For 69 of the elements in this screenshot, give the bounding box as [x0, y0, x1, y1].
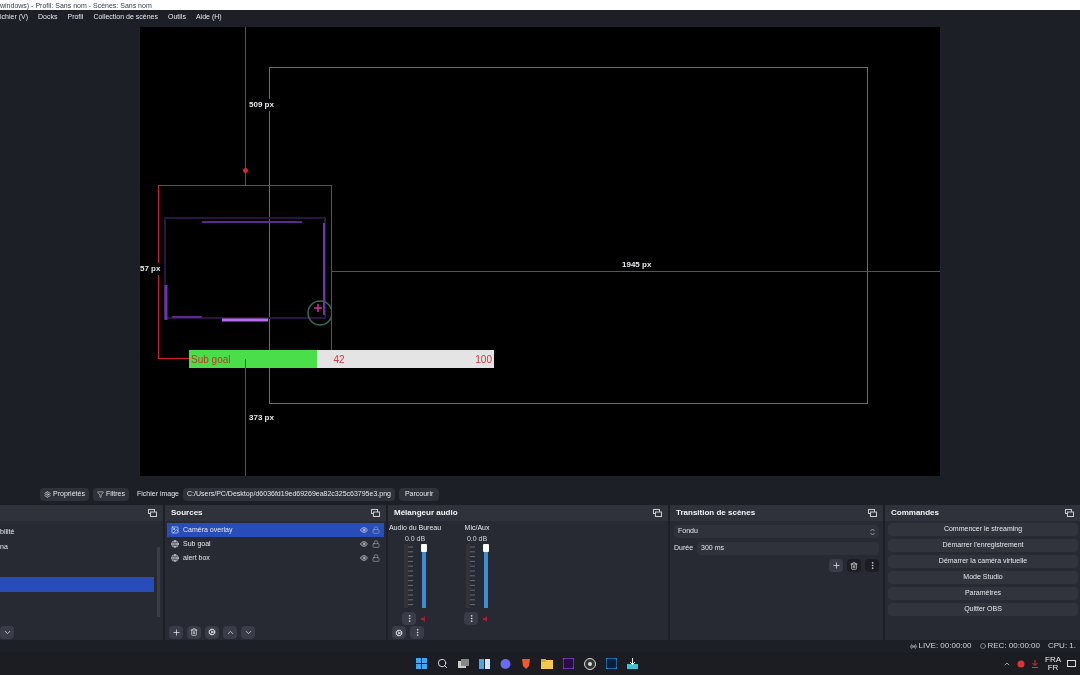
distance-label: 57 px [140, 263, 161, 275]
add-button[interactable] [169, 625, 183, 639]
float-dock-icon[interactable] [653, 509, 662, 517]
more-button[interactable] [402, 612, 416, 625]
trash-icon [850, 561, 858, 570]
search-icon[interactable] [436, 658, 448, 669]
move-down-button[interactable] [0, 625, 14, 639]
spinner-arrows-icon[interactable] [870, 527, 875, 536]
task-view-icon[interactable] [457, 658, 469, 669]
more-button[interactable] [865, 559, 879, 572]
image-icon [171, 526, 179, 534]
installer-icon[interactable] [626, 658, 638, 669]
dock-title: Transition de scènes [676, 507, 756, 519]
visibility-icon[interactable] [360, 554, 368, 562]
dock-title: Mélangeur audio [394, 507, 458, 519]
visibility-icon[interactable] [360, 540, 368, 548]
settings-button[interactable] [205, 625, 219, 639]
trash-icon [190, 628, 198, 636]
language-indicator[interactable]: FRA [1045, 655, 1061, 664]
plus-icon [831, 561, 841, 570]
float-dock-icon[interactable] [868, 509, 877, 517]
live-timer: LIVE: 00:00:00 [918, 640, 972, 652]
distance-label: 509 px [249, 99, 274, 111]
more-button[interactable] [410, 626, 424, 639]
display-icon[interactable] [1067, 659, 1076, 668]
rec-timer: REC: 00:00:00 [987, 640, 1040, 652]
add-button[interactable] [829, 559, 843, 572]
record-icon [979, 643, 986, 649]
folder-icon[interactable] [540, 658, 553, 669]
plus-icon [171, 627, 181, 637]
float-dock-icon[interactable] [148, 509, 157, 517]
globe-icon [171, 540, 179, 548]
distance-label: 1945 px [622, 259, 652, 271]
filter-icon [96, 490, 104, 498]
handle [243, 168, 248, 173]
broadcast-icon [909, 642, 917, 650]
dock-title: Sources [171, 507, 203, 519]
photo-editor-icon[interactable] [605, 658, 617, 669]
slider-thumb[interactable] [483, 544, 489, 552]
video-editor-icon[interactable] [562, 658, 574, 669]
dock-title: Commandes [891, 507, 939, 519]
goal-max: 100 [475, 352, 493, 367]
move-down-button[interactable] [241, 625, 255, 639]
settings-button[interactable] [392, 626, 406, 639]
gear-icon [395, 628, 403, 637]
globe-icon [171, 554, 179, 562]
goal-value: 42 [332, 352, 345, 367]
chat-icon[interactable] [499, 658, 511, 669]
more-button[interactable] [464, 612, 478, 625]
float-dock-icon[interactable] [1065, 509, 1074, 517]
visibility-icon[interactable] [360, 526, 368, 534]
lock-icon[interactable] [372, 554, 380, 562]
download-icon[interactable] [1031, 659, 1039, 668]
start-icon[interactable] [415, 658, 427, 669]
goal-label: Sub goal [190, 352, 231, 367]
slider-thumb[interactable] [421, 544, 427, 552]
widgets-icon[interactable] [478, 658, 490, 669]
lock-icon[interactable] [372, 540, 380, 548]
move-up-button[interactable] [223, 625, 237, 639]
delete-button[interactable] [847, 559, 861, 572]
gear-icon [44, 490, 51, 498]
delete-button[interactable] [187, 625, 201, 639]
cpu-usage: CPU: 1. [1048, 640, 1076, 652]
distance-label: 373 px [249, 412, 274, 424]
tray-app-icon[interactable] [1017, 659, 1025, 668]
float-dock-icon[interactable] [371, 509, 380, 517]
region-indicator[interactable]: FR [1047, 663, 1059, 672]
gear-icon [208, 628, 216, 636]
recorder-icon[interactable] [583, 657, 596, 670]
